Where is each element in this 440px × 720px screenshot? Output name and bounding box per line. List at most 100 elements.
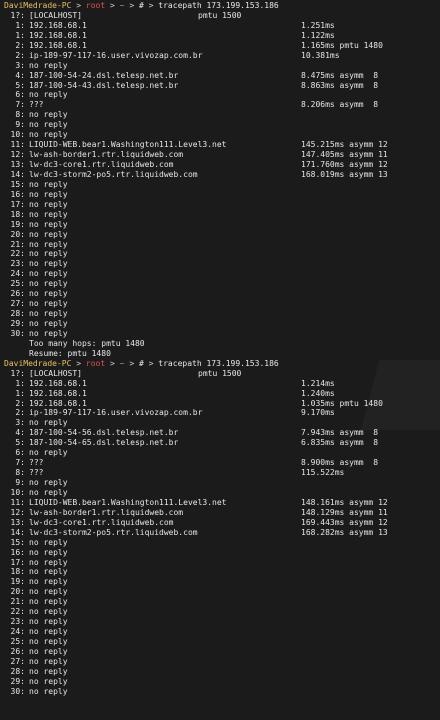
hop-time: 147.405ms asymm 11 [301,150,388,160]
hop-number: 1?: [10,10,25,20]
hop-line: 24: no reply [4,269,436,279]
hop-host: no reply [29,666,68,676]
hop-number: 22: [10,249,25,259]
prompt-separator: > [148,1,154,10]
hop-host: 187-100-54-65.dsl.telesp.net.br [29,438,179,448]
hop-line: 8:??? 115.522ms [4,468,436,478]
hop-number: 1?: [10,368,25,378]
hop-host: no reply [29,637,68,646]
hop-host: no reply [29,577,68,587]
hop-number: 15: [10,179,25,189]
hop-line: 2: ip-189-97-117-16.user.vivozap.com.br 10… [4,51,436,61]
hop-number: 1: [15,20,25,30]
hop-number: 24: [10,269,25,279]
hop-number: 11: [10,140,25,150]
hop-line: 10: no reply [4,488,436,498]
hop-host: no reply [29,607,68,617]
hop-host: no reply [29,617,68,627]
hop-number: 17: [10,557,25,567]
hop-number: 7: [15,458,25,468]
hop-number: 1: [15,388,25,398]
hop-line: 12: lw-ash-border1.rtr.liquidweb.com 147.4… [4,150,436,160]
hop-number: 29: [10,319,25,328]
hop-line: 1: 192.168.68.1 1.251ms [4,21,436,31]
hop-number: 20: [10,229,25,239]
hop-time: 1.240ms [301,388,335,398]
hop-line: 30: no reply [4,329,436,339]
hop-number: 28: [10,666,25,676]
hop-line: 17: no reply [4,200,436,210]
hop-host: no reply [29,189,68,199]
hop-number: 15: [10,537,25,547]
hop-time: pmtu 1500 [198,368,242,378]
command-text: tracepath 173.199.153.186 [158,358,279,368]
hop-line: 27: no reply [4,299,436,309]
hop-time: 1.165ms pmtu 1480 [301,40,383,50]
hop-line: 22: no reply [4,249,436,259]
hop-host: 192.168.68.1 [29,398,87,408]
hop-number: 11: [10,497,25,507]
prompt-user: root [85,1,106,10]
hop-line: 24: no reply [4,627,436,637]
shell-prompt-line: DaviMedrade-PC > root > ~ > # > tracepat… [4,1,436,11]
hop-host: no reply [29,686,68,696]
prompt-separator: > [76,1,82,10]
hop-line: 8: no reply [4,110,436,120]
hop-number: 5: [15,80,25,90]
hop-number: 30: [10,686,25,696]
hop-time: 8.900ms asymm 8 [301,458,379,468]
hop-number: 28: [10,309,25,319]
hop-line: 15: no reply [4,538,436,548]
hop-host: LIQUID-WEB.bear1.Washington111.Level3.ne… [29,140,227,150]
hop-host: no reply [29,328,68,338]
hop-number: 12: [10,507,25,517]
hop-line: 25: no reply [4,637,436,647]
hop-host: lw-ash-border1.rtr.liquidweb.com [29,150,184,160]
hop-number: 1: [15,378,25,388]
hop-host: no reply [29,229,68,239]
prompt-host: DaviMedrade-PC [4,1,72,10]
hop-host: ??? [29,100,44,110]
prompt-symbol: # [138,358,144,368]
terminal-output[interactable]: DaviMedrade-PC > root > ~ > # > tracepat… [0,0,440,720]
hop-number: 6: [15,448,25,458]
hop-number: 9: [15,120,25,130]
hop-host: no reply [29,199,68,209]
hop-host: no reply [29,299,68,309]
hop-number: 4: [15,428,25,438]
hop-time: 8.863ms asymm 8 [301,80,379,90]
prompt-separator: > [110,1,115,10]
hop-number: 3: [15,418,25,428]
hop-number: 18: [10,567,25,577]
hop-host: no reply [29,130,68,140]
prompt-user: root [85,358,106,368]
hop-host: ip-189-97-117-16.user.vivozap.com.br [29,50,203,60]
prompt-separator: > [148,358,154,368]
hop-number: 21: [10,239,25,249]
hop-number: 5: [15,438,25,448]
hop-time: 1.214ms [301,378,335,388]
hop-host: [LOCALHOST] [29,368,82,378]
hop-number: 14: [10,169,25,179]
hop-time: 171.760ms asymm 12 [301,160,388,169]
hop-number: 16: [10,189,25,199]
hop-host: no reply [29,656,68,666]
hop-line: 5: 187-100-54-43.dsl.telesp.net.br 8.863ms… [4,81,436,91]
hop-number: 2: [15,408,25,418]
hop-time: 6.835ms asymm 8 [301,438,379,448]
hop-line: 13: lw-dc3-core1.rtr.liquidweb.com 171.760… [4,160,436,170]
hop-host: no reply [29,179,68,189]
hop-host: no reply [29,289,68,299]
hop-time: 10.381ms [301,50,340,60]
hop-line: 7:??? 8.206ms asymm 8 [4,100,436,110]
prompt-separator: > [129,358,135,368]
hop-number: 24: [10,627,25,637]
hop-line: 1?: [LOCALHOST] pmtu 1500 [4,369,436,379]
hop-number: 22: [10,607,25,617]
hop-host: lw-dc3-storm2-po5.rtr.liquidweb.com [29,169,198,179]
hop-line: 26: no reply [4,289,436,299]
hop-line: 19: no reply [4,577,436,587]
hop-host: lw-dc3-core1.rtr.liquidweb.com [29,517,174,527]
hop-number: 30: [10,328,25,338]
hop-host: no reply [29,646,68,656]
